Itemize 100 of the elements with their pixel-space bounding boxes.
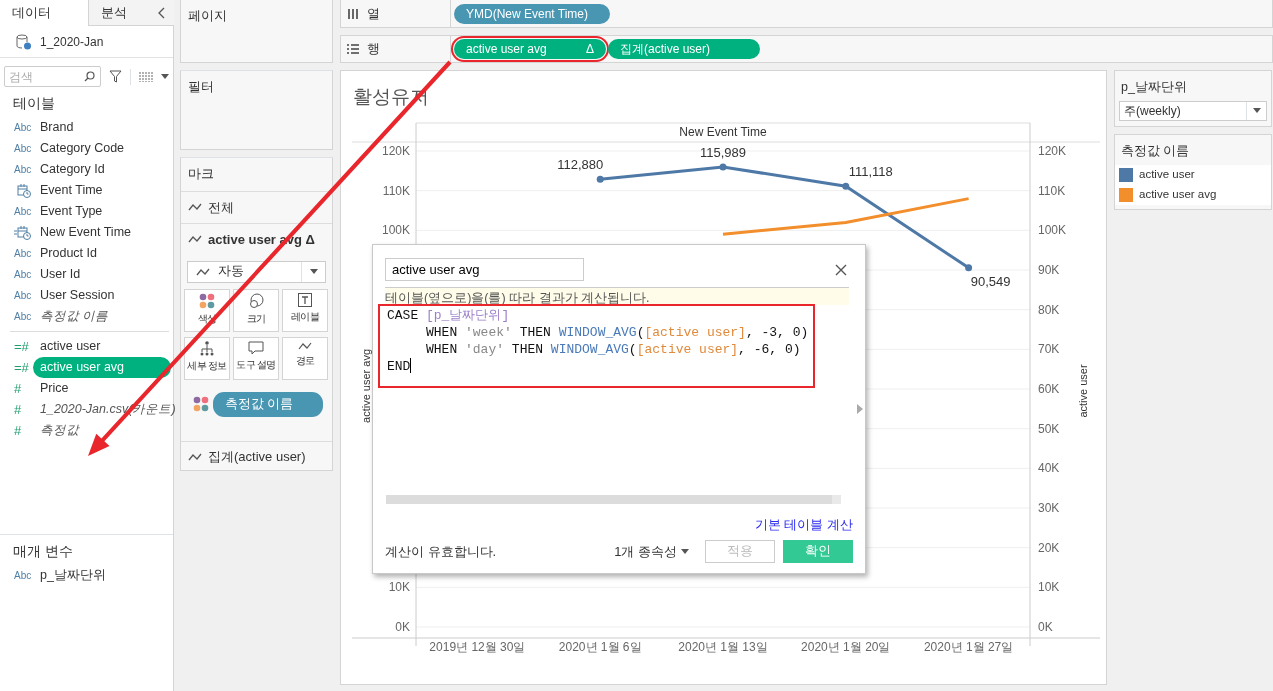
- field-item[interactable]: Brand: [33, 117, 81, 138]
- collapse-icon[interactable]: [158, 7, 166, 19]
- close-icon[interactable]: [835, 263, 847, 276]
- search-field[interactable]: 검색: [4, 66, 101, 87]
- axis-tick-label: 2020년 1월 6일: [558, 640, 642, 654]
- axis-tick-label: 2019년 12월 30일: [429, 640, 526, 654]
- axis-tick-label: 60K: [1038, 382, 1060, 396]
- path-icon: [298, 340, 312, 351]
- mark-property-button[interactable]: 경로: [282, 336, 328, 380]
- rows-icon: [347, 44, 359, 54]
- axis-title: New Event Time: [679, 125, 767, 139]
- field-item[interactable]: 측정값 이름: [33, 306, 116, 327]
- axis-tick-label: 120K: [381, 144, 410, 158]
- axis-tick-label: 2020년 1월 13일: [678, 640, 768, 654]
- data-type-label: =#: [14, 358, 30, 377]
- axis-tick-label: 100K: [1038, 223, 1067, 238]
- dropdown-value: 자동: [218, 263, 244, 281]
- field-item[interactable]: Category Code: [33, 138, 132, 159]
- data-type-label: Abc: [14, 247, 33, 261]
- line-mark-icon: [188, 202, 202, 213]
- axis-tick-label: 30K: [1038, 501, 1060, 515]
- parameter-title: p_날짜단위: [1120, 79, 1188, 96]
- field-item[interactable]: Product Id: [33, 243, 104, 264]
- field-item[interactable]: 측정값: [33, 420, 86, 441]
- panel-tab[interactable]: 분석: [88, 0, 174, 26]
- marks-card-item[interactable]: 집계(active user): [208, 447, 306, 467]
- data-type-label: #: [14, 400, 23, 419]
- field-item[interactable]: active user: [33, 336, 108, 357]
- marks-card-item[interactable]: 전체: [208, 197, 234, 217]
- text-label-icon: [298, 292, 312, 307]
- field-item[interactable]: Event Time: [33, 180, 110, 201]
- legend-label: active user avg: [1139, 186, 1217, 202]
- line-mark-icon: [196, 266, 210, 277]
- axis-tick-label: 2020년 1월 27일: [923, 640, 1014, 654]
- axis-title: active user avg: [360, 349, 372, 423]
- color-dots-icon: [193, 396, 209, 413]
- field-item[interactable]: User Session: [33, 285, 122, 306]
- data-point: [965, 264, 973, 272]
- name-field[interactable]: active user avg: [385, 258, 584, 281]
- axis-tick-label: 110K: [1038, 183, 1066, 198]
- section-heading: 매개 변수: [12, 542, 74, 561]
- field-item[interactable]: Event Type: [33, 201, 110, 222]
- data-label: 111,118: [848, 164, 893, 180]
- axis-tick-label: 0K: [395, 620, 410, 634]
- color-dots-icon: [199, 292, 215, 309]
- axis-tick-label: 10K: [1038, 580, 1060, 595]
- table-calc-link[interactable]: 기본 테이블 계산: [754, 515, 853, 535]
- data-label: 112,880: [557, 157, 604, 173]
- caret-icon[interactable]: [681, 549, 689, 554]
- axis-tick-label: 90K: [1038, 263, 1060, 277]
- shelf-label: 행: [367, 40, 380, 59]
- card-title: 필터: [187, 79, 215, 96]
- caret-icon[interactable]: [1252, 108, 1261, 114]
- section-heading: 테이블: [12, 94, 56, 113]
- axis-title: active user: [1077, 364, 1089, 418]
- field-item[interactable]: Category Id: [33, 159, 112, 180]
- mark-type-dropdown[interactable]: 자동: [187, 260, 326, 283]
- mark-property-button[interactable]: 세부 정보: [184, 336, 230, 380]
- axis-tick-label: 10K: [388, 580, 410, 595]
- data-type-label: Abc: [14, 205, 33, 219]
- data-type-label: Abc: [14, 142, 33, 156]
- size-icon: [248, 292, 264, 309]
- speech-bubble-icon: [248, 340, 264, 355]
- field-item[interactable]: User Id: [33, 264, 88, 285]
- dependencies-dropdown[interactable]: 1개 종속성: [614, 541, 689, 562]
- search-icon[interactable]: [84, 71, 95, 82]
- formula-editor[interactable]: CASE [p_날짜단위] WHEN 'week' THEN WINDOW_AVG([active user], -3, 0) WHEN 'day' THEN WINDOW_AVG([active user], -6, 0) END: [387, 307, 853, 375]
- caret-icon[interactable]: [161, 74, 169, 79]
- axis-tick-label: 0K: [1038, 620, 1053, 634]
- data-type-label: #: [14, 379, 23, 398]
- legend-title: 측정값 이름: [1120, 142, 1191, 160]
- axis-tick-label: 120K: [1038, 144, 1067, 158]
- legend-label: active user: [1139, 166, 1195, 182]
- data-label: 90,549: [970, 273, 1011, 289]
- mark-property-button[interactable]: 도구 설명: [233, 336, 279, 380]
- data-type-label: Abc: [14, 121, 33, 135]
- data-source-name: 1_2020-Jan: [40, 33, 104, 51]
- field-item[interactable]: p_날짜단위: [33, 565, 113, 586]
- axis-tick-label: 110K: [382, 183, 410, 198]
- axis-tick-label: 40K: [1038, 461, 1060, 476]
- data-type-label: Abc: [14, 569, 33, 583]
- parameter-dropdown[interactable]: 주(weekly): [1119, 100, 1267, 121]
- data-point: [719, 163, 727, 171]
- status-text: 계산이 유효합니다.: [385, 542, 498, 561]
- field-item[interactable]: Price: [33, 378, 76, 399]
- info-text: 테이블(옆으로)을(를) 따라 결과가 계산됩니다.: [385, 287, 849, 305]
- axis-tick-label: 70K: [1038, 342, 1060, 357]
- shelf-label: 열: [367, 4, 380, 23]
- filter-icon[interactable]: [109, 70, 122, 83]
- axis-tick-label: 50K: [1038, 421, 1060, 436]
- data-type-label: Abc: [14, 268, 33, 282]
- line-mark-icon: [188, 452, 202, 462]
- delta-mark: Δ: [586, 41, 594, 58]
- mark-property-button[interactable]: 레이블: [282, 288, 328, 332]
- caret-icon[interactable]: [309, 269, 318, 275]
- mark-property-button[interactable]: 크기: [233, 288, 279, 332]
- axis-tick-label: 80K: [1038, 302, 1060, 317]
- database-icon: [16, 33, 32, 50]
- hierarchy-icon: [200, 340, 214, 356]
- field-item[interactable]: New Event Time: [33, 222, 138, 243]
